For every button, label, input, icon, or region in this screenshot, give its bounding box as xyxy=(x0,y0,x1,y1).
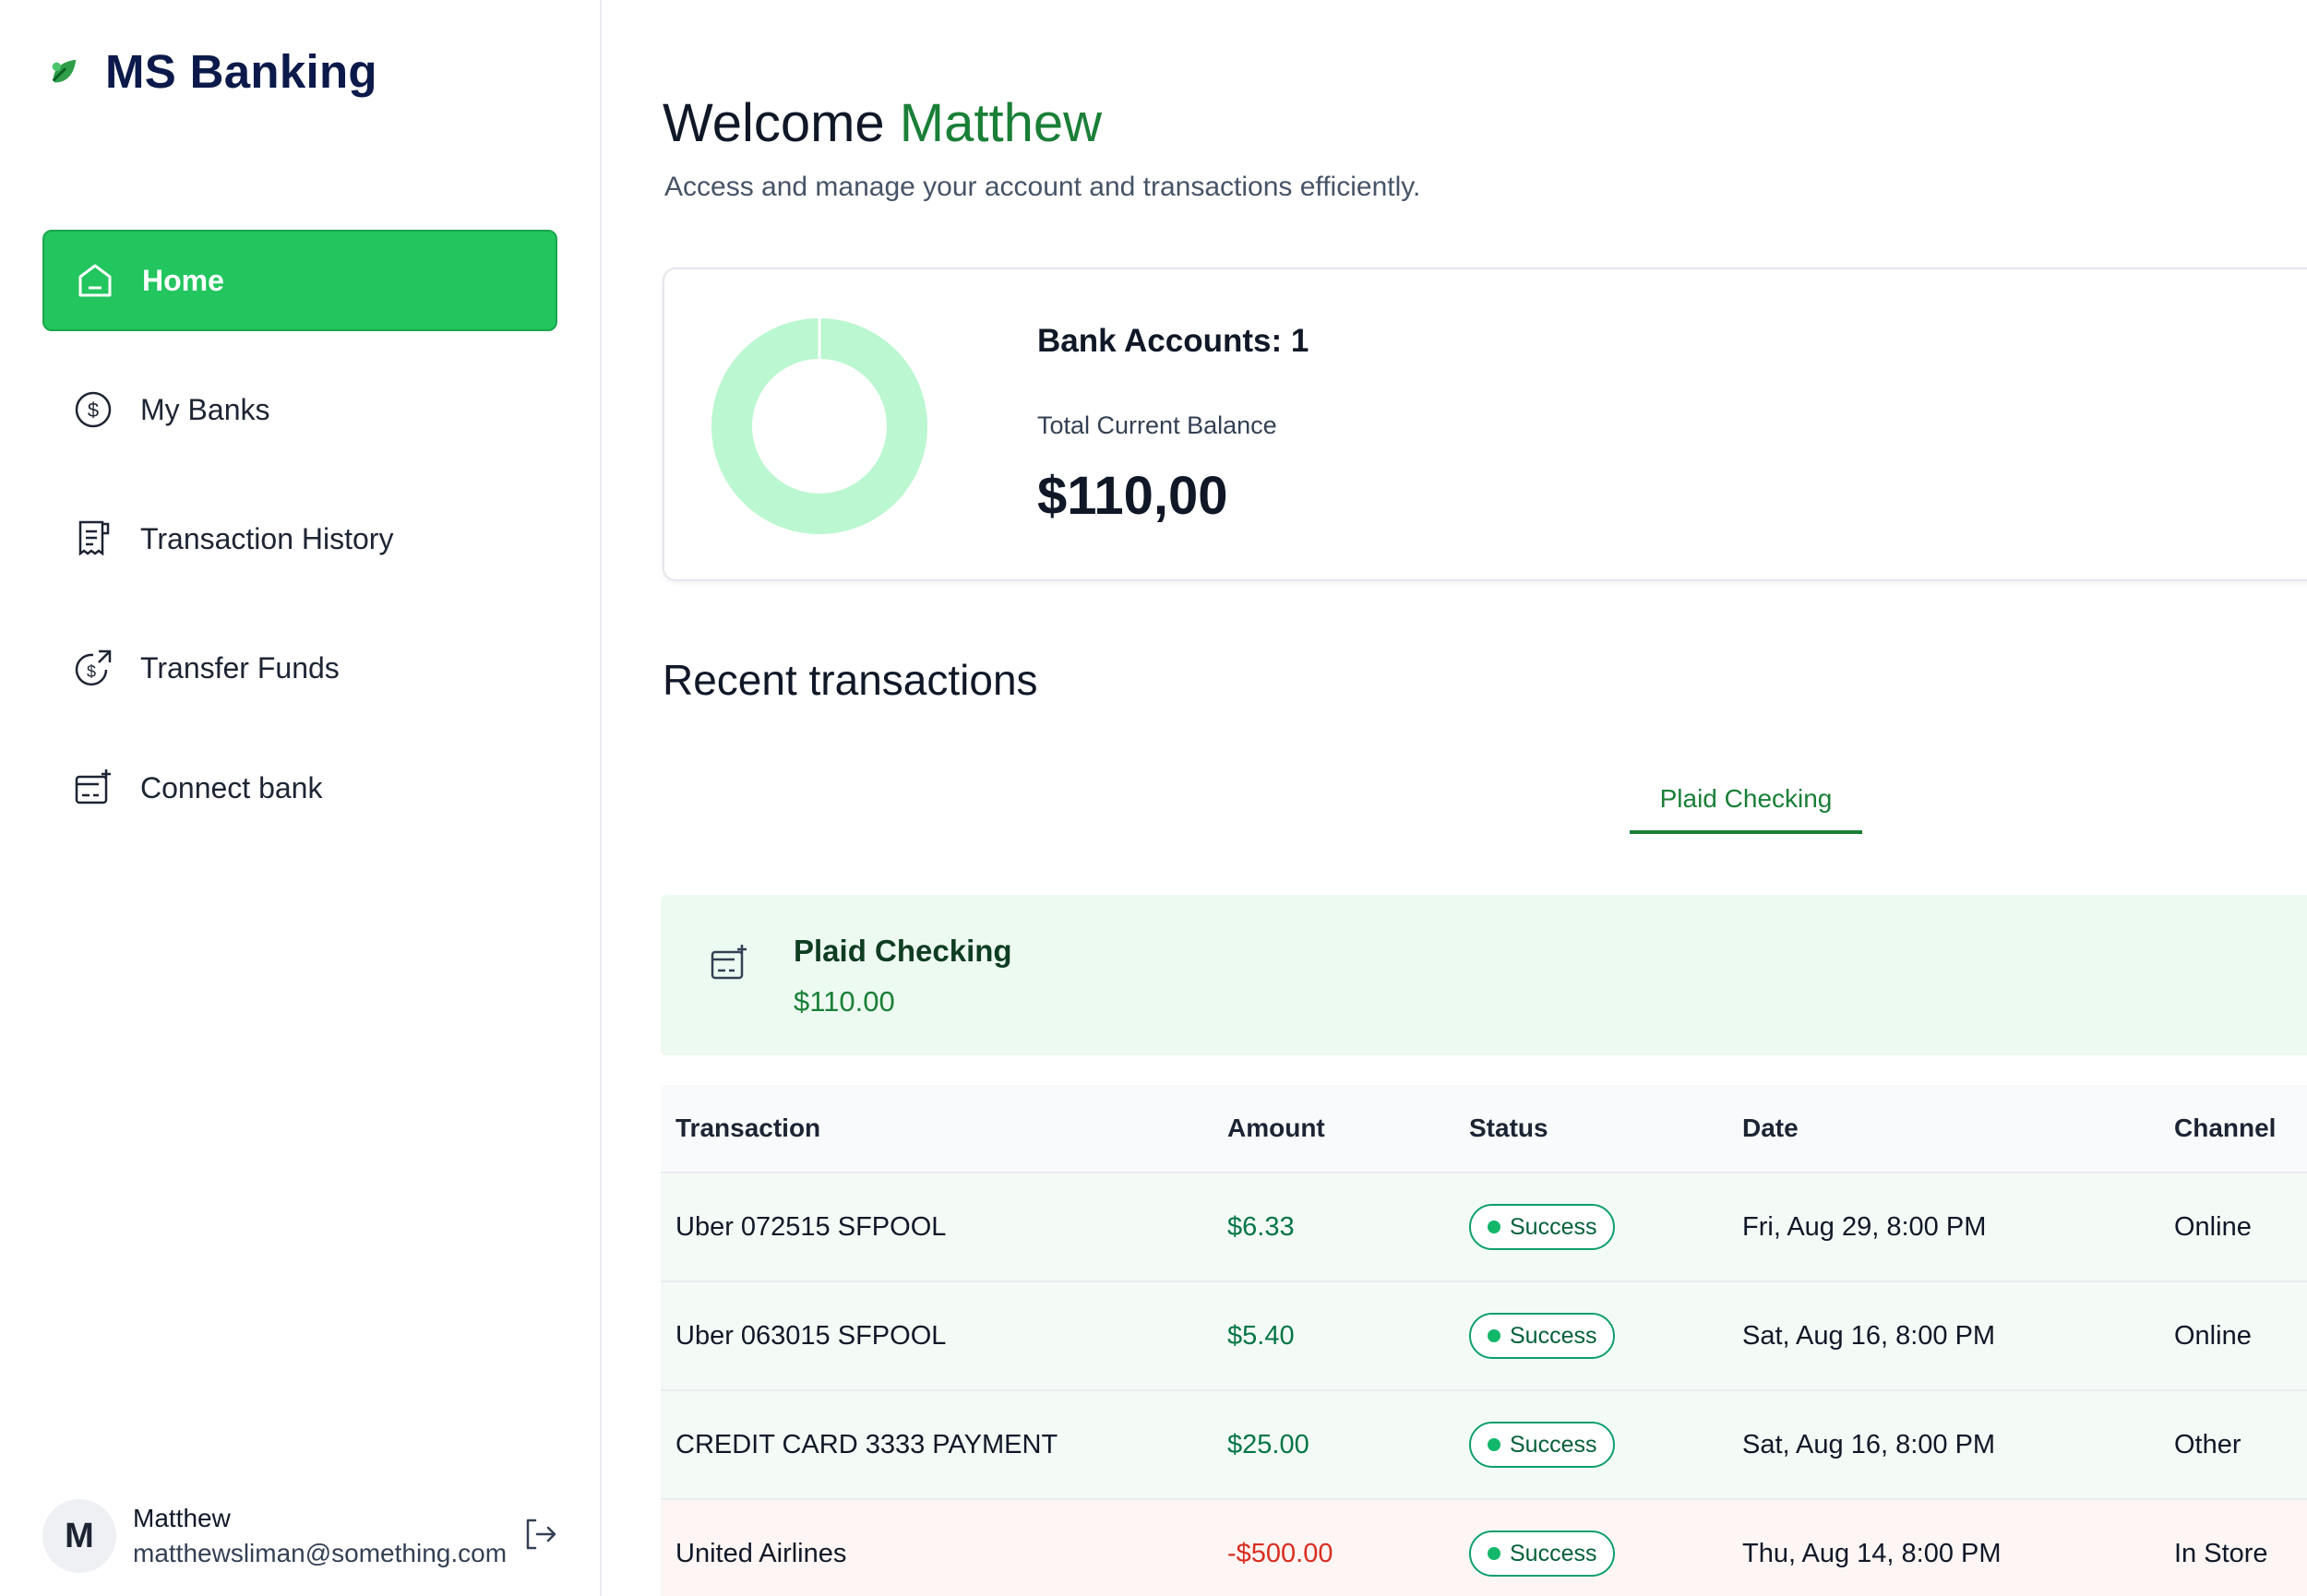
receipt-icon xyxy=(72,518,114,560)
status-text: Success xyxy=(1510,1322,1597,1349)
column-header-channel: Channel xyxy=(2174,1114,2277,1142)
page-title: Welcome Matthew xyxy=(663,92,1102,154)
transaction-channel: Online xyxy=(2174,1211,2252,1242)
transaction-amount: -$500.00 xyxy=(1227,1538,1333,1568)
transaction-name: CREDIT CARD 3333 PAYMENT xyxy=(675,1429,1058,1459)
sidebar: MS Banking Home $ My Banks Transaction H… xyxy=(0,0,602,1596)
status-dot-icon xyxy=(1488,1547,1500,1560)
table-row[interactable]: Uber 063015 SFPOOL $5.40 Success Sat, Au… xyxy=(661,1282,2307,1391)
avatar[interactable]: M xyxy=(42,1499,116,1573)
sidebar-item-my-banks[interactable]: $ My Banks xyxy=(42,359,557,460)
column-header-date: Date xyxy=(1742,1114,1799,1142)
transaction-date: Thu, Aug 14, 8:00 PM xyxy=(1742,1538,2002,1568)
transaction-channel: Online xyxy=(2174,1320,2252,1351)
welcome-prefix: Welcome xyxy=(663,93,885,153)
status-text: Success xyxy=(1510,1540,1597,1566)
sidebar-item-transaction-history[interactable]: Transaction History xyxy=(42,488,557,590)
connect-bank-icon xyxy=(72,767,114,809)
total-balance-label: Total Current Balance xyxy=(1037,411,1277,439)
status-badge: Success xyxy=(1469,1313,1616,1359)
transactions-table: Transaction Amount Status Date Channel U… xyxy=(661,1085,2307,1596)
table-row[interactable]: CREDIT CARD 3333 PAYMENT $25.00 Success … xyxy=(661,1391,2307,1500)
sidebar-item-transfer-funds[interactable]: $ Transfer Funds xyxy=(42,617,557,719)
user-info: Matthew matthewsliman@something.com xyxy=(133,1504,507,1568)
status-dot-icon xyxy=(1488,1329,1500,1342)
total-balance-card: Bank Accounts: 1 Total Current Balance $… xyxy=(663,268,2307,581)
welcome-user-name: Matthew xyxy=(899,93,1102,153)
svg-text:$: $ xyxy=(88,399,99,422)
transaction-amount: $25.00 xyxy=(1227,1429,1309,1459)
sidebar-item-label: Connect bank xyxy=(140,770,323,804)
sidebar-item-label: Home xyxy=(142,263,224,297)
tab-plaid-checking[interactable]: Plaid Checking xyxy=(1630,775,1862,834)
transaction-channel: In Store xyxy=(2174,1538,2268,1568)
status-text: Success xyxy=(1510,1431,1597,1458)
table-row[interactable]: United Airlines -$500.00 Success Thu, Au… xyxy=(661,1500,2307,1596)
page-subtitle: Access and manage your account and trans… xyxy=(664,172,1421,202)
transaction-channel: Other xyxy=(2174,1429,2241,1459)
sidebar-item-label: My Banks xyxy=(140,392,270,426)
app-title: MS Banking xyxy=(105,45,377,98)
status-dot-icon xyxy=(1488,1221,1500,1233)
transaction-date: Fri, Aug 29, 8:00 PM xyxy=(1742,1211,1987,1242)
transaction-name: United Airlines xyxy=(675,1538,847,1568)
total-balance-value: $110,00 xyxy=(1037,466,1228,526)
bank-card-icon xyxy=(711,945,747,980)
dollar-circle-icon: $ xyxy=(72,388,114,431)
balance-donut-chart xyxy=(711,317,927,534)
table-header: Transaction Amount Status Date Channel xyxy=(661,1085,2307,1173)
bank-name: Plaid Checking xyxy=(794,934,1012,968)
logo-leaf-icon xyxy=(52,59,77,82)
home-icon xyxy=(74,259,116,302)
column-header-status: Status xyxy=(1469,1114,1548,1142)
logout-icon[interactable] xyxy=(520,1515,559,1554)
status-badge: Success xyxy=(1469,1204,1616,1250)
user-profile: M Matthew matthewsliman@something.com xyxy=(42,1495,568,1578)
app-logo[interactable]: MS Banking xyxy=(46,44,377,99)
bank-info-banner[interactable]: Plaid Checking $110.00 xyxy=(661,895,2307,1055)
user-name: Matthew xyxy=(133,1504,231,1532)
transaction-name: Uber 063015 SFPOOL xyxy=(675,1320,947,1351)
sidebar-item-label: Transaction History xyxy=(140,521,394,555)
sidebar-item-connect-bank[interactable]: Connect bank xyxy=(42,737,557,839)
donut-slice xyxy=(711,318,927,534)
transfer-dollar-icon: $ xyxy=(72,647,114,689)
bank-balance: $110.00 xyxy=(794,985,895,1018)
recent-transactions-title: Recent transactions xyxy=(663,656,1038,704)
transaction-amount: $6.33 xyxy=(1227,1211,1295,1242)
sidebar-item-label: Transfer Funds xyxy=(140,650,340,685)
table-row[interactable]: Uber 072515 SFPOOL $6.33 Success Fri, Au… xyxy=(661,1173,2307,1282)
transaction-date: Sat, Aug 16, 8:00 PM xyxy=(1742,1320,1996,1351)
transaction-name: Uber 072515 SFPOOL xyxy=(675,1211,947,1242)
status-badge: Success xyxy=(1469,1422,1616,1468)
status-text: Success xyxy=(1510,1213,1597,1240)
column-header-transaction: Transaction xyxy=(675,1114,821,1142)
transaction-amount: $5.40 xyxy=(1227,1320,1295,1351)
transaction-date: Sat, Aug 16, 8:00 PM xyxy=(1742,1429,1996,1459)
column-header-amount: Amount xyxy=(1227,1114,1325,1142)
svg-text:$: $ xyxy=(87,662,96,681)
bank-accounts-count: Bank Accounts: 1 xyxy=(1037,323,1309,359)
status-dot-icon xyxy=(1488,1438,1500,1451)
user-email: matthewsliman@something.com xyxy=(133,1539,508,1567)
main-content: Welcome Matthew Access and manage your a… xyxy=(602,0,2307,1596)
sidebar-item-home[interactable]: Home xyxy=(42,230,557,331)
status-badge: Success xyxy=(1469,1530,1616,1577)
